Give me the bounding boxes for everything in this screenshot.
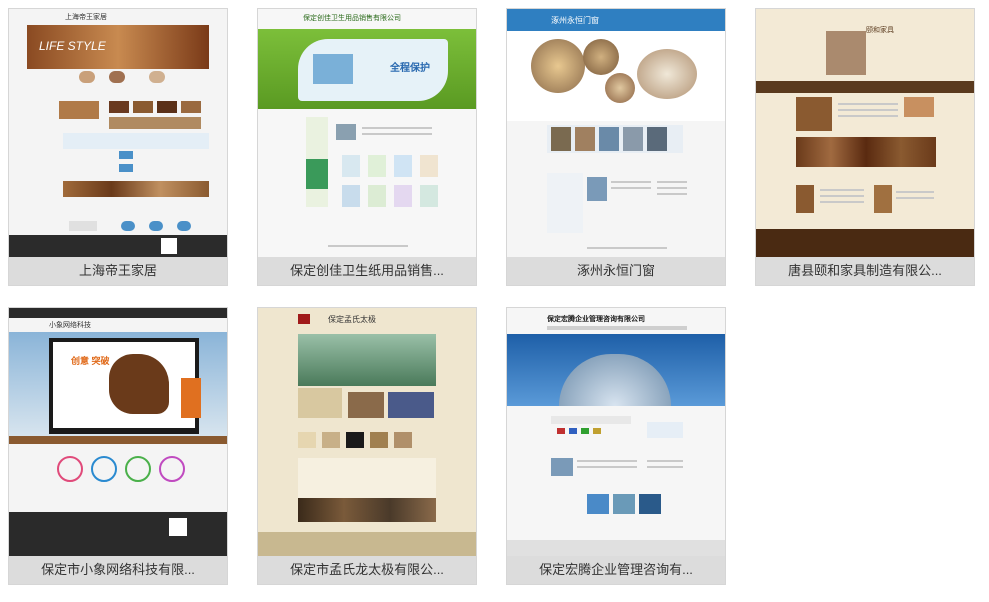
thumb-site-title: 上海帝王家居 bbox=[65, 14, 107, 21]
thumb-site-title: 保定孟氏太极 bbox=[328, 315, 376, 324]
thumb-banner-text: LIFE STYLE bbox=[39, 39, 106, 53]
template-card-1[interactable]: 上海帝王家居 LIFE STYLE 上海帝王家居 bbox=[8, 8, 228, 286]
thumb-site-title: 涿州永恒门窗 bbox=[551, 16, 599, 25]
card-caption[interactable]: 保定创佳卫生纸用品销售... bbox=[258, 257, 476, 285]
template-card-7[interactable]: 保定宏腾企业管理咨询有限公司 保定宏腾企业管理咨询有... bbox=[506, 307, 726, 585]
thumb-site-title: 颐和家具 bbox=[866, 27, 894, 34]
template-card-4[interactable]: 颐和家具 唐县颐和家具制造有限公... bbox=[755, 8, 975, 286]
thumb-banner-text: 创意 突破 bbox=[71, 356, 110, 366]
template-thumbnail: 颐和家具 bbox=[756, 9, 974, 257]
template-thumbnail: 上海帝王家居 LIFE STYLE bbox=[9, 9, 227, 257]
thumb-site-title: 保定创佳卫生用品销售有限公司 bbox=[303, 15, 401, 22]
thumb-banner-text: 全程保护 bbox=[390, 63, 430, 74]
card-caption[interactable]: 保定市孟氏龙太极有限公... bbox=[258, 556, 476, 584]
template-thumbnail: 小象网络科技 创意 突破 bbox=[9, 308, 227, 556]
thumb-site-title: 小象网络科技 bbox=[49, 322, 91, 329]
template-card-2[interactable]: 保定创佳卫生用品销售有限公司 全程保护 保定创佳卫生纸用品销售... bbox=[257, 8, 477, 286]
template-card-5[interactable]: 小象网络科技 创意 突破 保定市小象网络科技有限... bbox=[8, 307, 228, 585]
template-thumbnail: 保定宏腾企业管理咨询有限公司 bbox=[507, 308, 725, 556]
thumb-site-title: 保定宏腾企业管理咨询有限公司 bbox=[547, 316, 645, 323]
card-caption[interactable]: 唐县颐和家具制造有限公... bbox=[756, 257, 974, 285]
template-thumbnail: 保定创佳卫生用品销售有限公司 全程保护 bbox=[258, 9, 476, 257]
card-caption[interactable]: 涿州永恒门窗 bbox=[507, 257, 725, 285]
card-caption[interactable]: 上海帝王家居 bbox=[9, 257, 227, 285]
template-thumbnail: 涿州永恒门窗 bbox=[507, 9, 725, 257]
template-card-3[interactable]: 涿州永恒门窗 涿州永恒门窗 bbox=[506, 8, 726, 286]
card-caption[interactable]: 保定宏腾企业管理咨询有... bbox=[507, 556, 725, 584]
template-card-6[interactable]: 保定孟氏太极 保定市孟氏龙太极有限公... bbox=[257, 307, 477, 585]
template-thumbnail: 保定孟氏太极 bbox=[258, 308, 476, 556]
card-caption[interactable]: 保定市小象网络科技有限... bbox=[9, 556, 227, 584]
